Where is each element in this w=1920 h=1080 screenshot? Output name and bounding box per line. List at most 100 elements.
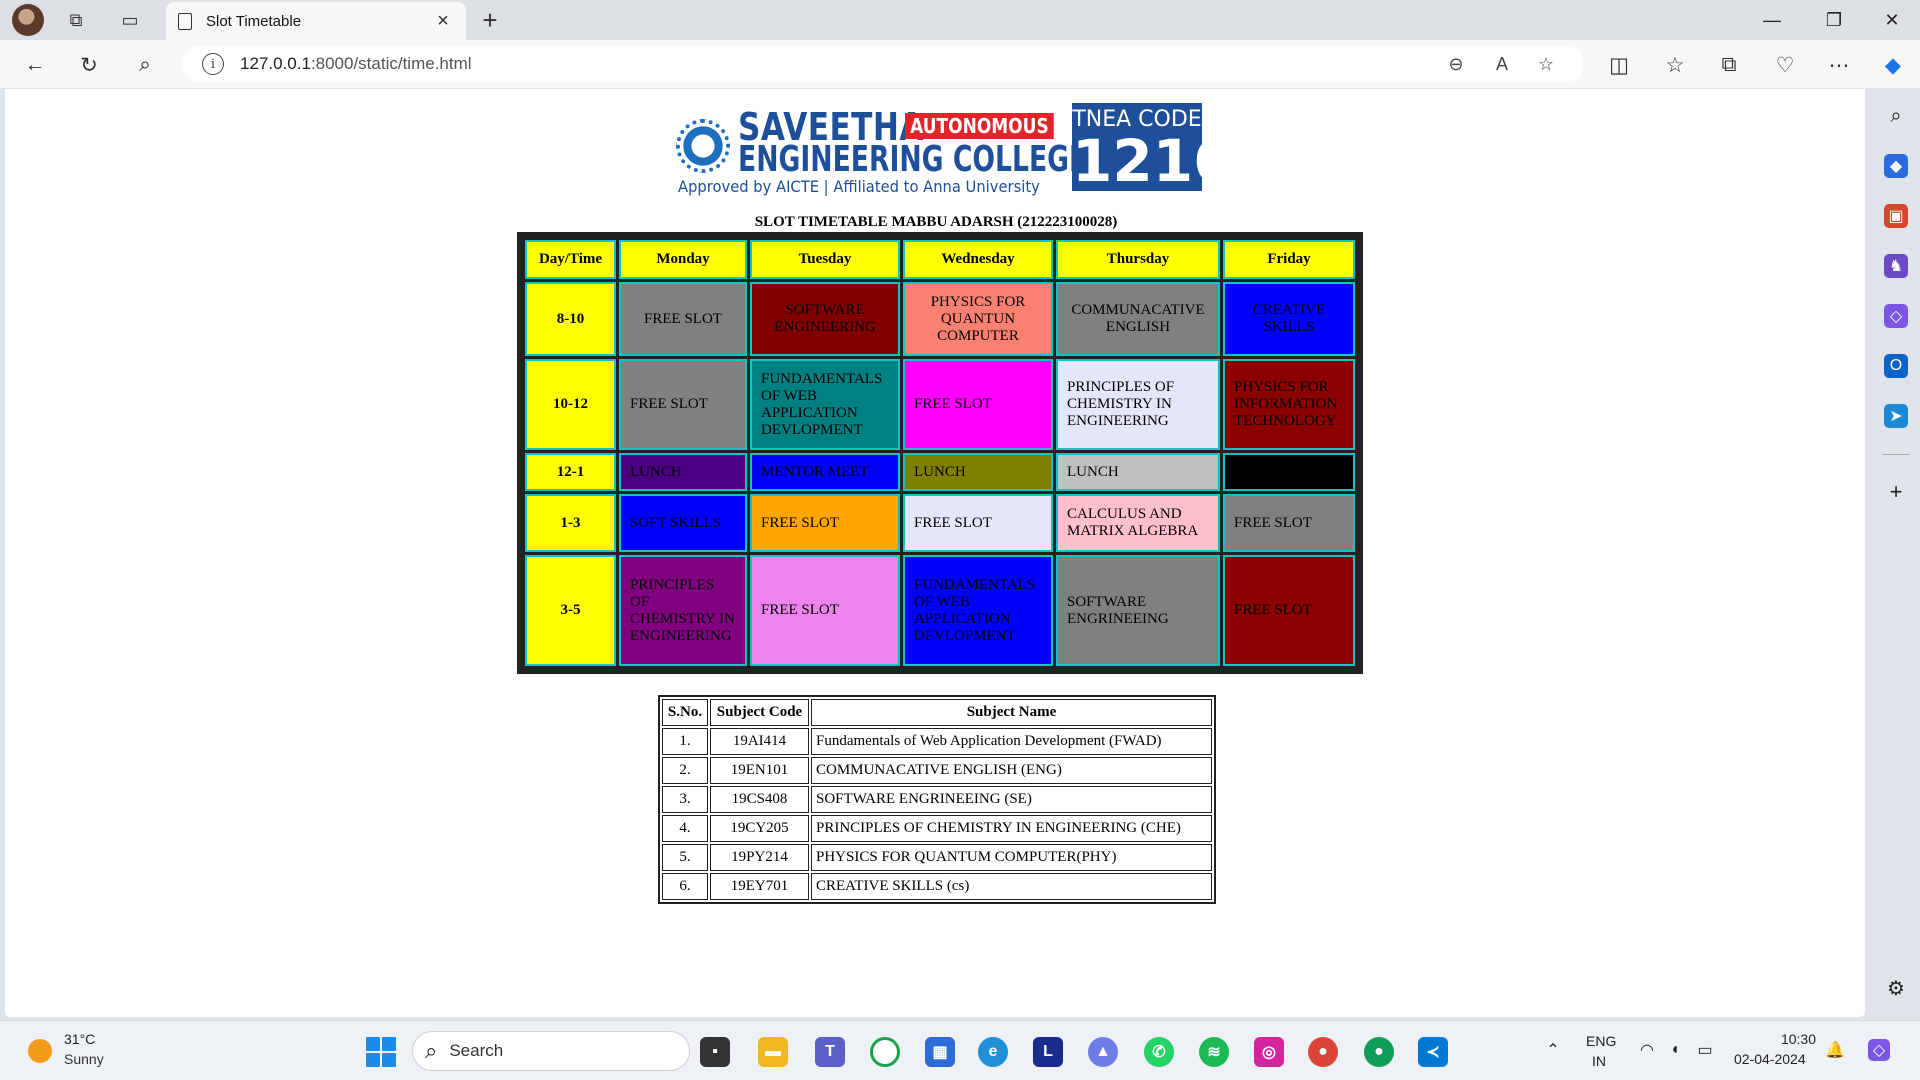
sidebar-settings-gear-icon[interactable]: ⚙ bbox=[1884, 976, 1908, 1000]
tab-actions-icon[interactable]: ▭ bbox=[116, 6, 144, 34]
launcher-l-icon[interactable]: L bbox=[1033, 1037, 1063, 1067]
spotify-icon[interactable]: ≋ bbox=[1199, 1037, 1229, 1067]
timetable-row: 10-12 FREE SLOT FUNDAMENTALS OF WEB APPLIC… bbox=[525, 359, 1355, 450]
sidebar-shopping-icon[interactable]: ◆ bbox=[1884, 154, 1908, 178]
time-slot-cell: 3-5 bbox=[525, 555, 616, 666]
subject-row: 6. 19EY701 CREATIVE SKILLS (cs) bbox=[662, 873, 1212, 900]
workspaces-icon[interactable]: ⧉ bbox=[62, 6, 90, 34]
input-language[interactable]: ENG bbox=[1586, 1033, 1616, 1049]
header-tuesday: Tuesday bbox=[750, 240, 900, 279]
search-placeholder: Search bbox=[449, 1041, 504, 1060]
weather-condition[interactable]: Sunny bbox=[64, 1051, 104, 1067]
whatsapp-icon[interactable]: ✆ bbox=[1144, 1037, 1174, 1067]
collections-icon[interactable]: ⧉ bbox=[1714, 50, 1744, 80]
favorite-star-icon[interactable]: ☆ bbox=[1532, 50, 1560, 78]
sidebar-outlook-icon[interactable]: O bbox=[1884, 354, 1908, 378]
refresh-app-icon[interactable] bbox=[870, 1037, 900, 1067]
header-day-time: Day/Time bbox=[525, 240, 616, 279]
sidebar-search-icon[interactable]: ⌕ bbox=[1884, 104, 1908, 128]
close-tab-icon[interactable]: × bbox=[432, 10, 454, 33]
zoom-out-icon[interactable]: ⊖ bbox=[1442, 50, 1470, 78]
battery-icon[interactable]: ▭ bbox=[1694, 1039, 1716, 1061]
subject-name: CREATIVE SKILLS (cs) bbox=[811, 873, 1212, 900]
subject-sno: 3. bbox=[662, 786, 708, 813]
subject-sno: 4. bbox=[662, 815, 708, 842]
split-screen-icon[interactable]: ◫ bbox=[1604, 50, 1634, 80]
weather-temperature[interactable]: 31°C bbox=[64, 1031, 95, 1047]
refresh-icon[interactable]: ↻ bbox=[74, 50, 104, 80]
search-icon[interactable]: ⌕ bbox=[130, 50, 160, 80]
sidebar-copilot-icon[interactable]: ◇ bbox=[1884, 304, 1908, 328]
subject-sno: 2. bbox=[662, 757, 708, 784]
profile-avatar[interactable] bbox=[12, 4, 44, 36]
weather-sun-icon[interactable] bbox=[28, 1039, 52, 1063]
timetable-cell: FUNDAMENTALS OF WEB APPLICATION DEVLOPME… bbox=[903, 555, 1053, 666]
timetable-cell: PHYSICS FOR INFORMATION TECHNOLOGY bbox=[1223, 359, 1355, 450]
subject-name: SOFTWARE ENGRINEEING (SE) bbox=[811, 786, 1212, 813]
time-slot-cell: 12-1 bbox=[525, 453, 616, 491]
document-icon bbox=[178, 12, 192, 30]
taskbar-search-box[interactable]: ⌕ Search bbox=[412, 1031, 690, 1071]
volume-icon[interactable]: ◖ bbox=[1664, 1039, 1686, 1061]
url-host: 127.0.0.1 bbox=[240, 54, 311, 73]
clock-date[interactable]: 02-04-2024 bbox=[1734, 1051, 1806, 1067]
chrome-profile-icon[interactable]: ● bbox=[1364, 1037, 1394, 1067]
clock-time[interactable]: 10:30 bbox=[1780, 1031, 1816, 1047]
copilot-icon[interactable]: ◆ bbox=[1878, 50, 1908, 80]
header-subject-name: Subject Name bbox=[811, 699, 1212, 726]
copilot-taskbar-icon[interactable]: ◇ bbox=[1868, 1039, 1890, 1061]
subject-sno: 6. bbox=[662, 873, 708, 900]
favorites-icon[interactable]: ☆ bbox=[1660, 50, 1690, 80]
microsoft-store-icon[interactable]: ▦ bbox=[925, 1037, 955, 1067]
logo-affiliation: Approved by AICTE | Affiliated to Anna U… bbox=[678, 177, 1040, 196]
notification-bell-icon[interactable]: 🔔 bbox=[1824, 1039, 1846, 1061]
sidebar-add-icon[interactable]: + bbox=[1884, 479, 1908, 504]
timetable-cell: FREE SLOT bbox=[903, 359, 1053, 450]
chrome-icon[interactable]: ● bbox=[1308, 1037, 1338, 1067]
timetable-row: 8-10 FREE SLOT SOFTWARE ENGINEERING PHYSICS… bbox=[525, 282, 1355, 356]
windows-taskbar: 31°C Sunny ⌕ Search ▪ ▬ T ▦ e L ▲ ✆ ≋ ◎ … bbox=[0, 1020, 1920, 1080]
sidebar-tools-icon[interactable]: ▣ bbox=[1884, 204, 1908, 228]
subject-sno: 5. bbox=[662, 844, 708, 871]
timetable-cell: FREE SLOT bbox=[903, 494, 1053, 552]
minimize-button[interactable]: — bbox=[1752, 6, 1792, 34]
start-button[interactable] bbox=[366, 1037, 396, 1067]
sidebar-send-icon[interactable]: ➤ bbox=[1884, 404, 1908, 428]
wifi-icon[interactable]: ◠ bbox=[1636, 1039, 1658, 1061]
timetable-cell: FREE SLOT bbox=[619, 282, 747, 356]
address-bar[interactable]: i 127.0.0.1:8000/static/time.html ⊖ A ☆ bbox=[182, 46, 1584, 82]
timetable-cell: FREE SLOT bbox=[750, 555, 900, 666]
subject-code: 19AI414 bbox=[710, 728, 809, 755]
browser-essentials-icon[interactable]: ♡ bbox=[1770, 50, 1800, 80]
instagram-icon[interactable]: ◎ bbox=[1254, 1037, 1284, 1067]
task-view-icon[interactable]: ▪ bbox=[700, 1037, 730, 1067]
start-tile bbox=[366, 1053, 380, 1067]
site-info-icon[interactable]: i bbox=[202, 53, 224, 75]
new-tab-button[interactable]: + bbox=[476, 5, 504, 35]
timetable-header-row: Day/Time Monday Tuesday Wednesday Thursd… bbox=[525, 240, 1355, 279]
header-wednesday: Wednesday bbox=[903, 240, 1053, 279]
url-text[interactable]: 127.0.0.1:8000/static/time.html bbox=[240, 54, 472, 74]
tab-slot-timetable[interactable]: Slot Timetable × bbox=[166, 2, 466, 40]
tnea-code: 1216 bbox=[1072, 127, 1234, 195]
read-aloud-icon[interactable]: A bbox=[1488, 50, 1516, 78]
subject-row: 1. 19AI414 Fundamentals of Web Application… bbox=[662, 728, 1212, 755]
vscode-icon[interactable]: ≺ bbox=[1418, 1037, 1448, 1067]
subject-code: 19CS408 bbox=[710, 786, 809, 813]
input-region[interactable]: IN bbox=[1592, 1053, 1606, 1069]
teams-icon[interactable]: T bbox=[815, 1037, 845, 1067]
timetable-cell: PHYSICS FOR QUANTUN COMPUTER bbox=[903, 282, 1053, 356]
back-arrow-icon[interactable]: ← bbox=[20, 50, 50, 80]
more-menu-icon[interactable]: ⋯ bbox=[1824, 50, 1854, 80]
subject-code: 19PY214 bbox=[710, 844, 809, 871]
timetable-caption: SLOT TIMETABLE MABBU ADARSH (21222310002… bbox=[754, 214, 1118, 230]
edge-browser-icon[interactable]: e bbox=[978, 1037, 1008, 1067]
sidebar-games-icon[interactable]: ♞ bbox=[1884, 254, 1908, 278]
show-hidden-icons-chevron-up-icon[interactable]: ⌃ bbox=[1542, 1039, 1564, 1061]
restore-button[interactable]: ❐ bbox=[1814, 6, 1854, 34]
close-window-button[interactable]: ✕ bbox=[1872, 6, 1912, 34]
time-slot-cell: 1-3 bbox=[525, 494, 616, 552]
logo-tnea-box: TNEA CODE 1216 bbox=[1072, 103, 1234, 195]
arc-app-icon[interactable]: ▲ bbox=[1088, 1037, 1118, 1067]
file-explorer-icon[interactable]: ▬ bbox=[758, 1037, 788, 1067]
